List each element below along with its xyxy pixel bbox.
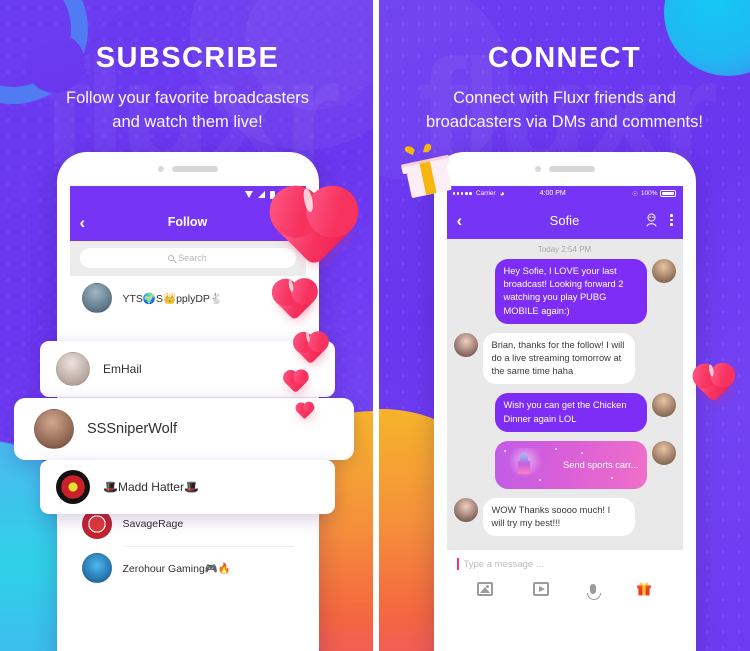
gift-message-label: Send sports carr... (563, 459, 639, 470)
list-item[interactable]: Zerohour Gaming🎮🔥 (70, 546, 306, 590)
avatar (56, 352, 90, 386)
wifi-triangle-icon (244, 191, 253, 198)
list-item-label: SSSniperWolf (87, 421, 177, 437)
list-item-label: EmHail (103, 362, 142, 376)
page-title: CONNECT (487, 42, 642, 74)
search-placeholder: Search (178, 253, 207, 263)
chat-message-outgoing: Wish you can get the Chicken Dinner agai… (454, 393, 676, 432)
chat-attachment-icons (457, 570, 673, 600)
user-profile-icon[interactable] (645, 213, 658, 228)
gift-message-bubble[interactable]: Send sports carr... (494, 440, 647, 489)
message-input[interactable]: Type a message ... (456, 558, 673, 570)
camera-dot-icon (157, 166, 164, 172)
panel-divider (373, 0, 378, 651)
message-bubble: Wish you can get the Chicken Dinner agai… (494, 393, 647, 432)
page-subtitle-line2: broadcasters via DMs and comments! (426, 112, 703, 131)
chat-input-bar: Type a message ... (446, 550, 683, 614)
gift-icon[interactable] (636, 581, 652, 596)
android-status-bar: 12:30 (69, 186, 306, 203)
lock-rotation-icon: ☉ (632, 190, 638, 198)
wifi-icon: ◕ (499, 188, 505, 198)
list-item-label: YTS🌍S👑pplyDP🐇 (122, 292, 224, 305)
chevron-left-icon[interactable]: ‹ (457, 212, 463, 229)
search-icon (168, 255, 175, 261)
page-subtitle-line1: Connect with Fluxr friends and (453, 89, 676, 107)
avatar (81, 283, 112, 313)
avatar (651, 259, 676, 283)
avatar (453, 497, 478, 522)
message-input-placeholder: Type a message ... (463, 558, 544, 570)
photo-icon[interactable] (476, 581, 493, 596)
chat-message-list: Today 2:54 PM Hey Sofie, I LOVE your las… (446, 239, 683, 550)
message-bubble: Hey Sofie, I LOVE your last broadcast! L… (494, 259, 647, 324)
chat-message-incoming: Brian, thanks for the follow! I will do … (453, 332, 676, 385)
battery-icon (660, 190, 677, 197)
kebab-menu-icon[interactable] (669, 213, 673, 227)
subscribe-heading-block: SUBSCRIBE Follow your favorite broadcast… (0, 0, 375, 135)
message-bubble: Brian, thanks for the follow! I will do … (482, 332, 635, 385)
avatar (651, 440, 676, 465)
search-container: Search (69, 241, 306, 276)
avatar (56, 470, 90, 504)
page-subtitle-line1: Follow your favorite broadcasters (65, 89, 310, 107)
chat-appbar: ‹ Sofie (446, 201, 683, 239)
panel-connect: fluxr CONNECT Connect with Fluxr friends… (375, 0, 750, 651)
status-time: 4:00 PM (539, 190, 566, 197)
castle-gift-icon (507, 447, 542, 482)
chat-message-incoming: WOW Thanks soooo much! I will try my bes… (453, 497, 676, 537)
connect-heading-block: CONNECT Connect with Fluxr friends and b… (379, 0, 750, 135)
page-subtitle-line2: and watch them live! (112, 112, 263, 131)
page-subtitle: Follow your favorite broadcasters and wa… (0, 87, 375, 135)
avatar (81, 553, 112, 583)
battery-percent: 100% (640, 190, 658, 197)
panel-subscribe: fluxr SUBSCRIBE Follow your favorite bro… (0, 0, 375, 651)
phone-mockup-ios: Carrier ◕ 4:00 PM ☉ 100% ‹ Sofie Today 2… (433, 152, 696, 651)
chat-daystamp: Today 2:54 PM (537, 245, 592, 254)
carrier-label: Carrier (475, 190, 496, 197)
text-caret (456, 558, 459, 570)
appbar-actions (645, 213, 673, 228)
earpiece-bar (548, 166, 595, 172)
chat-message-outgoing: Hey Sofie, I LOVE your last broadcast! L… (454, 259, 676, 324)
message-bubble: WOW Thanks soooo much! I will try my bes… (482, 497, 635, 537)
list-item-label: 🎩Madd Hatter🎩 (103, 480, 199, 494)
list-item[interactable]: YTS🌍S👑pplyDP🐇 (70, 276, 306, 320)
cell-signal-icon (257, 191, 265, 198)
floating-follow-card-maddhatter[interactable]: 🎩Madd Hatter🎩 (40, 460, 335, 514)
phone-speaker (434, 152, 696, 186)
chevron-left-icon[interactable]: ‹ (80, 214, 86, 231)
avatar (453, 332, 478, 357)
page-title: SUBSCRIBE (95, 42, 280, 74)
gift-box-icon (400, 143, 452, 198)
list-item-label: SavageRage (122, 518, 184, 530)
microphone-icon[interactable] (586, 583, 601, 600)
phone-speaker (57, 152, 319, 186)
chat-message-gift: Send sports carr... (454, 440, 676, 489)
camera-dot-icon (534, 166, 541, 172)
heart-icon (695, 363, 732, 403)
avatar (651, 393, 676, 418)
avatar (34, 409, 74, 449)
ios-status-bar: Carrier ◕ 4:00 PM ☉ 100% (446, 186, 683, 201)
earpiece-bar (171, 166, 218, 172)
phone-screen: Carrier ◕ 4:00 PM ☉ 100% ‹ Sofie Today 2… (446, 186, 683, 651)
list-item-label: Zerohour Gaming🎮🔥 (122, 562, 231, 575)
page-subtitle: Connect with Fluxr friends and broadcast… (379, 87, 750, 135)
video-icon[interactable] (533, 581, 550, 596)
search-input[interactable]: Search (79, 248, 296, 268)
status-right-group: ☉ 100% (632, 190, 677, 198)
screenshot-stage: fluxr SUBSCRIBE Follow your favorite bro… (0, 0, 750, 651)
